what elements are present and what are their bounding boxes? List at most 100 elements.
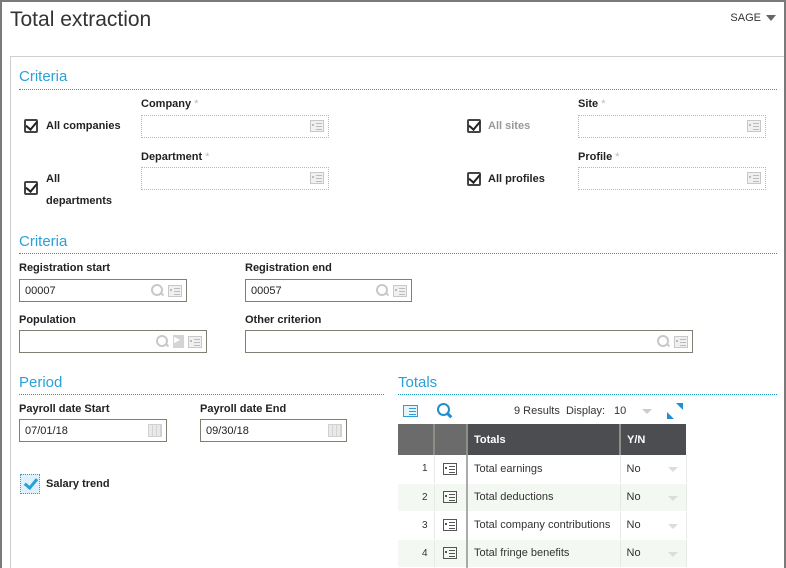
chevron-down-icon[interactable] xyxy=(642,409,652,414)
row-yn-select[interactable]: No xyxy=(620,455,687,484)
payroll-end-input[interactable]: 09/30/18 xyxy=(200,419,347,442)
search-icon[interactable] xyxy=(437,403,453,419)
all-departments-label-line2: departments xyxy=(46,195,113,207)
row-number: 1 xyxy=(398,455,435,484)
section-divider xyxy=(19,253,777,254)
registration-start-label: Registration start xyxy=(19,262,111,274)
selection-list-icon[interactable] xyxy=(168,284,182,297)
other-criterion-label: Other criterion xyxy=(245,314,322,326)
company-label: Company * xyxy=(141,98,198,110)
open-document-icon[interactable] xyxy=(173,335,184,348)
page-title: Total extraction xyxy=(10,8,152,31)
all-profiles-label: All profiles xyxy=(488,173,545,185)
registration-end-input[interactable]: 00057 xyxy=(245,279,412,302)
all-departments-checkbox[interactable] xyxy=(24,181,38,195)
row-name: Total deductions xyxy=(467,483,621,512)
required-star-icon: * xyxy=(615,151,620,163)
row-number: 2 xyxy=(398,483,435,512)
selection-list-icon[interactable] xyxy=(188,335,202,348)
column-header-totals[interactable]: Totals xyxy=(467,424,621,455)
table-header-row: Totals Y/N xyxy=(398,424,686,455)
selection-list-icon[interactable] xyxy=(747,120,761,132)
list-view-icon[interactable] xyxy=(403,405,418,417)
chevron-down-icon xyxy=(766,15,776,21)
all-profiles-checkbox[interactable] xyxy=(467,172,481,186)
payroll-start-input[interactable]: 07/01/18 xyxy=(19,419,167,442)
profile-label: Profile * xyxy=(578,151,620,163)
row-yn-select[interactable]: No xyxy=(620,511,687,540)
company-label-text: Company xyxy=(141,98,192,110)
user-menu-label: SAGE xyxy=(730,12,761,24)
site-field[interactable] xyxy=(578,115,766,138)
column-header-yn[interactable]: Y/N xyxy=(620,424,686,455)
selection-list-icon[interactable] xyxy=(747,172,761,184)
search-icon[interactable] xyxy=(657,335,670,348)
row-yn-select[interactable]: No xyxy=(620,483,687,512)
payroll-start-label: Payroll date Start xyxy=(19,403,110,415)
calendar-icon[interactable] xyxy=(328,424,342,437)
registration-end-label: Registration end xyxy=(245,262,332,274)
chevron-down-icon xyxy=(667,523,678,529)
row-detail-icon[interactable] xyxy=(443,547,458,560)
user-menu[interactable]: SAGE xyxy=(730,12,776,24)
company-field[interactable] xyxy=(141,115,329,138)
row-number: 3 xyxy=(398,511,435,540)
row-yn-value: No xyxy=(626,462,641,475)
row-name: Total company contributions xyxy=(467,511,621,540)
display-count-select[interactable]: 10 xyxy=(614,405,626,417)
results-count: 9 Results xyxy=(514,405,560,417)
registration-start-value: 00007 xyxy=(25,285,56,297)
chevron-down-icon xyxy=(667,551,678,557)
column-header-number xyxy=(398,424,435,455)
row-yn-select[interactable]: No xyxy=(620,539,687,568)
section-divider xyxy=(19,394,384,395)
salary-trend-checkbox[interactable] xyxy=(20,474,40,494)
department-field[interactable] xyxy=(141,167,329,190)
salary-trend-label: Salary trend xyxy=(46,478,110,490)
search-icon[interactable] xyxy=(156,335,169,348)
calendar-icon[interactable] xyxy=(148,424,162,437)
all-sites-label: All sites xyxy=(488,120,531,132)
all-departments-label-line1: All xyxy=(46,173,61,185)
required-star-icon: * xyxy=(601,98,606,110)
search-icon[interactable] xyxy=(151,284,164,297)
payroll-end-value: 09/30/18 xyxy=(206,425,249,437)
selection-list-icon[interactable] xyxy=(393,284,407,297)
section-title-criteria: Criteria xyxy=(19,68,68,85)
row-yn-value: No xyxy=(626,491,641,503)
selection-list-icon[interactable] xyxy=(674,335,688,348)
section-title-criteria-2: Criteria xyxy=(19,233,68,250)
all-companies-checkbox[interactable] xyxy=(24,119,38,133)
profile-label-text: Profile xyxy=(578,151,613,163)
display-label: Display: xyxy=(565,405,606,417)
row-detail-cell xyxy=(434,455,468,484)
population-input[interactable] xyxy=(19,330,207,353)
section-divider xyxy=(19,89,777,90)
profile-field[interactable] xyxy=(578,167,766,190)
registration-end-value: 00057 xyxy=(251,285,282,297)
table-row: 1 Total earnings No xyxy=(398,455,687,484)
row-detail-icon[interactable] xyxy=(443,462,458,475)
table-row: 4 Total fringe benefits No xyxy=(398,539,687,568)
site-label-text: Site xyxy=(578,98,599,110)
payroll-start-value: 07/01/18 xyxy=(25,425,68,437)
row-number: 4 xyxy=(398,539,435,568)
row-name: Total fringe benefits xyxy=(467,539,621,568)
row-yn-value: No xyxy=(626,519,641,531)
selection-list-icon[interactable] xyxy=(310,172,324,184)
required-star-icon: * xyxy=(205,151,210,163)
selection-list-icon[interactable] xyxy=(310,120,324,132)
section-divider xyxy=(398,394,777,395)
other-criterion-input[interactable] xyxy=(245,330,693,353)
expand-arrow-icon xyxy=(667,412,674,419)
registration-start-input[interactable]: 00007 xyxy=(19,279,187,302)
chevron-down-icon xyxy=(667,495,678,501)
site-label: Site * xyxy=(578,98,605,110)
search-icon[interactable] xyxy=(376,284,389,297)
expand-icon[interactable] xyxy=(667,403,683,419)
all-sites-checkbox[interactable] xyxy=(467,119,481,133)
row-detail-icon[interactable] xyxy=(443,519,458,532)
expand-arrow-icon xyxy=(676,403,683,410)
row-detail-icon[interactable] xyxy=(443,491,458,504)
population-label: Population xyxy=(19,314,76,326)
